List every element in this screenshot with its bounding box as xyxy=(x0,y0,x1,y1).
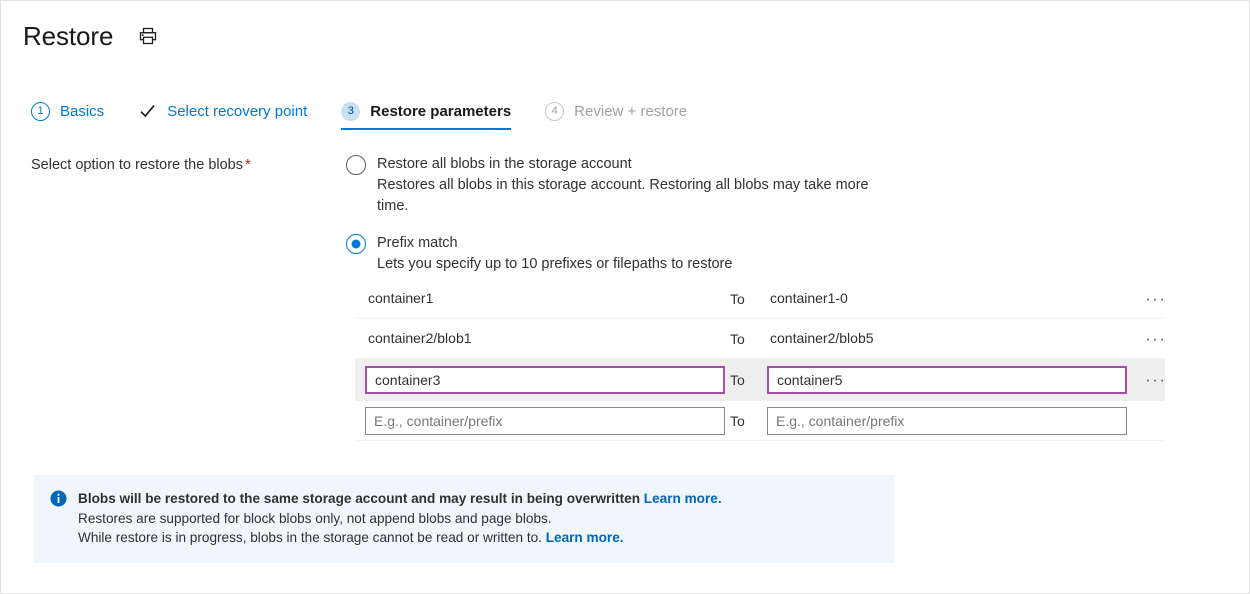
blade-header: Restore xyxy=(1,1,1249,59)
step-label-restore-parameters: Restore parameters xyxy=(370,103,511,120)
prefix-target-input[interactable] xyxy=(767,366,1127,394)
radio-description-prefix-match: Lets you specify up to 10 prefixes or fi… xyxy=(377,254,732,275)
info-banner-line-3: While restore is in progress, blobs in t… xyxy=(78,528,722,548)
step-number-3: 3 xyxy=(341,102,360,121)
table-row[interactable]: To ··· xyxy=(355,359,1165,401)
step-label-basics: Basics xyxy=(60,103,104,120)
print-icon[interactable] xyxy=(135,23,161,49)
learn-more-link-2[interactable]: Learn more. xyxy=(546,530,624,545)
prefix-target-value: container2/blob5 xyxy=(767,330,874,346)
restore-option-field: Select option to restore the blobs* Rest… xyxy=(1,154,1249,441)
to-label: To xyxy=(725,291,767,307)
field-label-restore-option: Select option to restore the blobs* xyxy=(31,154,346,441)
prefix-source-input-new[interactable] xyxy=(365,407,725,435)
step-number-1: 1 xyxy=(31,102,50,121)
prefix-target-input-new[interactable] xyxy=(767,407,1127,435)
learn-more-link-1[interactable]: Learn more. xyxy=(644,491,722,506)
info-banner-line-2: Restores are supported for block blobs o… xyxy=(78,509,722,529)
to-label: To xyxy=(725,372,767,388)
radio-restore-all[interactable] xyxy=(346,155,366,175)
info-banner-line-1: Blobs will be restored to the same stora… xyxy=(78,489,722,509)
radio-label-restore-all: Restore all blobs in the storage account xyxy=(377,154,897,175)
radio-prefix-match[interactable] xyxy=(346,234,366,254)
step-label-review-restore: Review + restore xyxy=(574,103,687,120)
prefix-source-value: container1 xyxy=(365,290,433,306)
field-label-text: Select option to restore the blobs xyxy=(31,157,243,173)
table-row[interactable]: container1 To container1-0 ··· xyxy=(355,279,1165,319)
radio-description-restore-all: Restores all blobs in this storage accou… xyxy=(377,175,897,217)
radio-group-restore-option: Restore all blobs in the storage account… xyxy=(346,154,1249,441)
table-row[interactable]: To xyxy=(355,401,1165,441)
row-context-menu-icon[interactable]: ··· xyxy=(1141,331,1170,347)
step-label-select-recovery-point: Select recovery point xyxy=(167,103,307,120)
wizard-step-basics[interactable]: 1 Basics xyxy=(31,96,104,130)
info-banner: Blobs will be restored to the same stora… xyxy=(34,475,894,563)
radio-label-prefix-match: Prefix match xyxy=(377,233,732,254)
required-asterisk: * xyxy=(245,157,251,173)
wizard-step-review-restore: 4 Review + restore xyxy=(545,96,687,130)
restore-blade: Restore 1 Basics Select recovery point xyxy=(0,0,1250,594)
checkmark-icon xyxy=(138,102,157,121)
info-banner-line-1-text: Blobs will be restored to the same stora… xyxy=(78,491,644,506)
wizard-steps: 1 Basics Select recovery point 3 Restore… xyxy=(1,96,1249,130)
wizard-step-select-recovery-point[interactable]: Select recovery point xyxy=(138,96,307,130)
prefix-target-value: container1-0 xyxy=(767,290,848,306)
info-icon xyxy=(50,490,67,548)
prefix-source-input[interactable] xyxy=(365,366,725,394)
page-title: Restore xyxy=(23,19,113,53)
prefix-source-value: container2/blob1 xyxy=(365,330,472,346)
row-context-menu-icon[interactable]: ··· xyxy=(1141,372,1170,388)
wizard-step-restore-parameters[interactable]: 3 Restore parameters xyxy=(341,96,511,130)
radio-option-restore-all[interactable]: Restore all blobs in the storage account… xyxy=(346,154,1249,217)
info-banner-line-3-text: While restore is in progress, blobs in t… xyxy=(78,530,546,545)
to-label: To xyxy=(725,413,767,429)
row-context-menu-icon[interactable]: ··· xyxy=(1141,291,1170,307)
table-row[interactable]: container2/blob1 To container2/blob5 ··· xyxy=(355,319,1165,359)
radio-option-prefix-match[interactable]: Prefix match Lets you specify up to 10 p… xyxy=(346,233,1249,275)
step-number-4: 4 xyxy=(545,102,564,121)
to-label: To xyxy=(725,331,767,347)
prefix-match-table: container1 To container1-0 ··· container… xyxy=(355,279,1165,441)
